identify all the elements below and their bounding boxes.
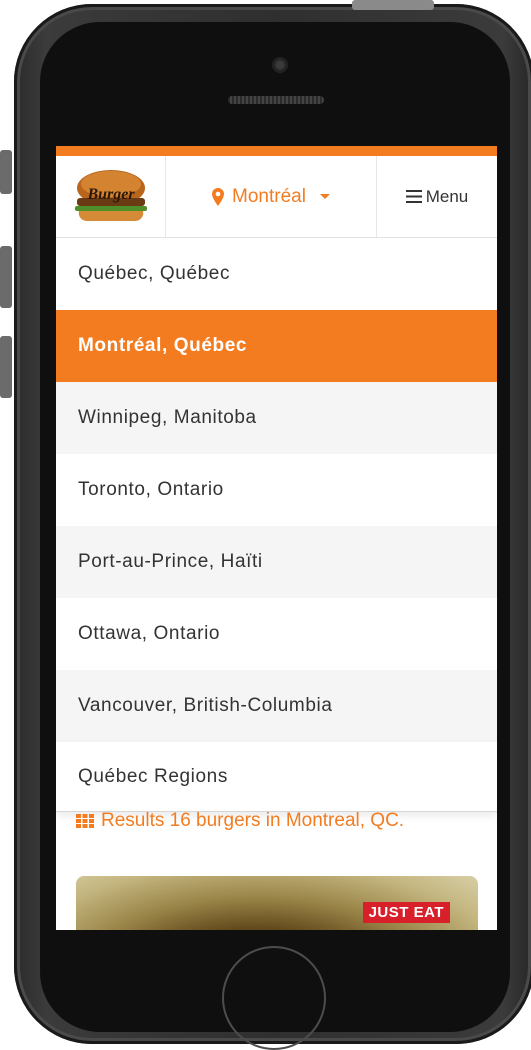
mute-switch <box>0 150 12 194</box>
dropdown-item-montreal[interactable]: Montréal, Québec <box>56 310 497 382</box>
menu-button[interactable]: Menu <box>377 156 497 237</box>
menu-label: Menu <box>425 186 469 206</box>
hamburger-icon <box>405 190 422 203</box>
svg-text:Burger: Burger <box>86 186 135 203</box>
dropdown-item-quebec[interactable]: Québec, Québec <box>56 238 497 310</box>
dropdown-item-label: Québec Regions <box>78 765 228 787</box>
dropdown-item-vancouver[interactable]: Vancouver, British-Columbia <box>56 670 497 742</box>
power-button <box>352 0 434 10</box>
just-eat-badge: JUST EAT <box>362 902 450 923</box>
dropdown-item-label: Québec, Québec <box>78 263 231 284</box>
dropdown-item-label: Ottawa, Ontario <box>78 623 221 644</box>
dropdown-item-label: Winnipeg, Manitoba <box>78 407 257 428</box>
dropdown-item-label: Vancouver, British-Columbia <box>78 695 333 716</box>
home-button[interactable] <box>222 946 326 1050</box>
dropdown-item-port-au-prince[interactable]: Port-au-Prince, Haïti <box>56 526 497 598</box>
city-selector-label: Montréal <box>232 185 306 207</box>
device-screen: Burger Montréal Menu Québec, Québec Mont… <box>56 146 497 930</box>
dropdown-item-toronto[interactable]: Toronto, Ontario <box>56 454 497 526</box>
volume-down-button <box>0 336 12 398</box>
results-text: Results 16 burgers in Montreal, QC. <box>101 810 405 831</box>
results-summary: Results 16 burgers in Montreal, QC. <box>76 810 404 832</box>
city-dropdown-menu: Québec, Québec Montréal, Québec Winnipeg… <box>56 238 497 812</box>
navbar: Burger Montréal Menu <box>56 146 497 238</box>
grid-list-icon <box>76 814 94 828</box>
city-selector[interactable]: Montréal <box>166 156 377 237</box>
burger-logo-icon: Burger <box>74 169 147 221</box>
earpiece-speaker <box>228 96 324 104</box>
dropdown-item-quebec-regions[interactable]: Québec Regions <box>56 742 497 812</box>
dropdown-item-winnipeg[interactable]: Winnipeg, Manitoba <box>56 382 497 454</box>
dropdown-item-label: Montréal, Québec <box>78 335 248 356</box>
site-logo[interactable]: Burger <box>56 156 166 237</box>
burger-card-image[interactable]: JUST EAT <box>76 876 478 930</box>
dropdown-item-ottawa[interactable]: Ottawa, Ontario <box>56 598 497 670</box>
front-camera <box>272 57 288 73</box>
dropdown-item-label: Toronto, Ontario <box>78 479 224 500</box>
map-pin-icon <box>212 187 225 206</box>
dropdown-item-label: Port-au-Prince, Haïti <box>78 551 263 572</box>
caret-down-icon <box>319 194 330 199</box>
volume-up-button <box>0 246 12 308</box>
